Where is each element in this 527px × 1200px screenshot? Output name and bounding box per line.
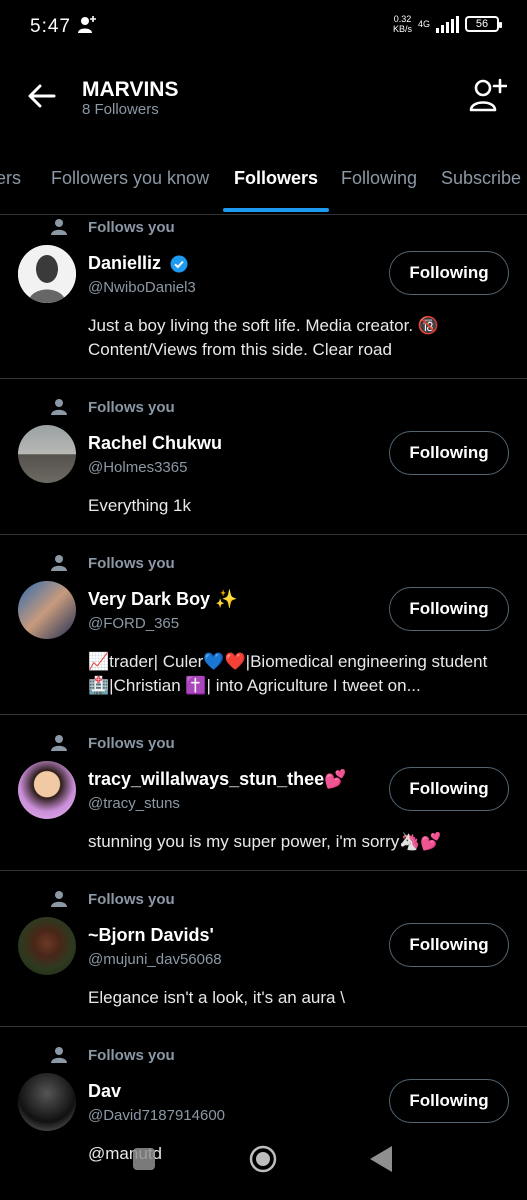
following-button[interactable]: Following [389,431,509,475]
system-navigation-bar [0,1132,527,1200]
follows-you-label: Follows you [88,219,175,236]
tab-followers-you-know[interactable]: Followers you know [51,168,209,189]
person-icon [51,1047,67,1063]
user-bio: Just a boy living the soft life. Media c… [88,316,439,359]
avatar[interactable] [18,245,76,303]
avatar[interactable] [18,581,76,639]
add-user-icon[interactable] [467,76,507,116]
page-title: MARVINS [82,78,179,101]
tab-verified-followers[interactable]: ers [0,168,21,189]
follower-list: Follows you Danielliz @NwiboDaniel3 Foll… [0,214,527,1167]
user-name: Danielliz [88,253,188,274]
follows-you-label: Follows you [88,1047,175,1064]
person-icon [51,219,67,235]
person-icon [51,555,67,571]
user-name: tracy_willalways_stun_thee💕 [88,769,347,789]
following-button[interactable]: Following [389,251,509,295]
user-bio: Everything 1k [88,496,191,515]
user-bio: stunning you is my super power, i'm sorr… [88,832,442,851]
avatar[interactable] [18,1073,76,1131]
user-name: Rachel Chukwu [88,433,223,453]
tab-following[interactable]: Following [341,168,417,189]
list-item[interactable]: Follows you ~Bjorn Davids' @mujuni_dav56… [0,871,527,1027]
user-handle: @mujuni_dav56068 [88,951,222,968]
avatar[interactable] [18,917,76,975]
follows-you-label: Follows you [88,735,175,752]
follows-you-label: Follows you [88,399,175,416]
user-handle: @NwiboDaniel3 [88,279,196,296]
active-tab-indicator [223,208,329,212]
list-item[interactable]: Follows you Very Dark Boy ✨ @FORD_365 Fo… [0,535,527,715]
avatar[interactable] [18,761,76,819]
follows-you-label: Follows you [88,555,175,572]
following-button[interactable]: Following [389,767,509,811]
home-icon[interactable] [249,1145,277,1173]
following-button[interactable]: Following [389,923,509,967]
status-indicators: 0.32 KB/s 4G 56 [392,14,502,34]
status-time: 5:47 [30,16,71,37]
user-handle: @FORD_365 [88,615,180,632]
list-item[interactable]: Follows you Danielliz @NwiboDaniel3 Foll… [0,214,527,379]
status-bar: 5:47 0.32 KB/s 4G 56 [0,0,527,56]
verified-badge-icon [170,255,188,273]
tab-followers[interactable]: Followers [234,168,318,189]
avatar[interactable] [18,425,76,483]
follows-you-label: Follows you [88,891,175,908]
user-handle: @tracy_stuns [88,795,180,812]
tab-bar: ers Followers you know Followers Followi… [0,160,527,215]
following-button[interactable]: Following [389,587,509,631]
user-bio: 📈trader| Culer💙❤️|Biomedical engineering… [88,652,488,695]
user-handle: @David7187914600 [88,1107,225,1124]
back-icon[interactable] [370,1146,392,1172]
user-plus-status-icon [78,16,96,33]
follower-count: 8 Followers [82,101,159,118]
lte-indicator: 4G [417,19,430,29]
user-name: Very Dark Boy ✨ [88,589,238,609]
person-icon [51,399,67,415]
network-speed: 0.32 KB/s [392,14,412,34]
user-name: ~Bjorn Davids' [88,925,214,945]
user-handle: @Holmes3365 [88,459,188,476]
following-button[interactable]: Following [389,1079,509,1123]
list-item[interactable]: Follows you Rachel Chukwu @Holmes3365 Fo… [0,379,527,535]
profile-header: MARVINS 8 Followers [0,56,527,146]
person-icon [51,891,67,907]
recent-apps-icon[interactable] [133,1148,155,1170]
signal-icon [436,15,459,33]
user-name: Dav [88,1081,122,1101]
user-bio: Elegance isn't a look, it's an aura \ [88,988,345,1007]
list-item[interactable]: Follows you tracy_willalways_stun_thee💕 … [0,715,527,871]
person-icon [51,735,67,751]
arrow-left-icon[interactable] [24,78,60,114]
battery-icon: 56 [465,16,502,32]
tab-subscriptions[interactable]: Subscribe [441,168,521,189]
